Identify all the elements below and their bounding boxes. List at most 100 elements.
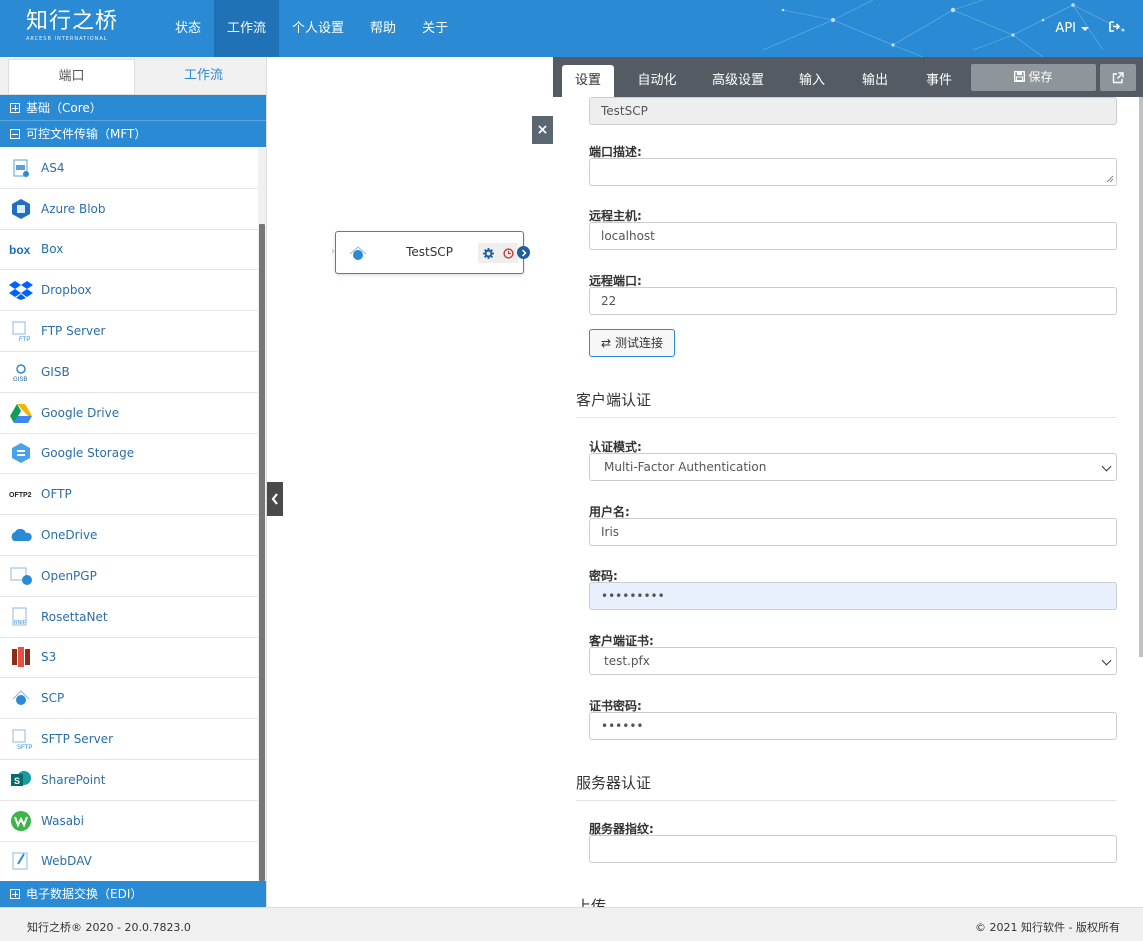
- floppy-icon: [1014, 71, 1026, 82]
- settings-tabs: 设置 自动化 高级设置 输入 输出 事件 保存: [553, 57, 1143, 97]
- connector-dropbox[interactable]: Dropbox: [0, 270, 258, 312]
- test-connection-label: 测试连接: [614, 336, 663, 350]
- tab-automation[interactable]: 自动化: [625, 65, 689, 97]
- workflow-canvas[interactable]: × › TestSCP: [266, 57, 553, 907]
- remote-port-input[interactable]: 22: [589, 287, 1117, 315]
- top-right-menu: API: [1055, 0, 1121, 57]
- google-storage-icon: [9, 441, 33, 465]
- nav-profile[interactable]: 个人设置: [279, 0, 357, 57]
- test-connection-button[interactable]: ⇄ 测试连接: [589, 329, 675, 357]
- username-input[interactable]: Iris: [589, 518, 1117, 546]
- connector-google-drive[interactable]: Google Drive: [0, 393, 258, 434]
- node-settings-button[interactable]: [478, 243, 498, 263]
- footer: 知行之桥® 2020 - 20.0.7823.0 © 2021 知行软件 - 版…: [0, 907, 1143, 941]
- collapse-icon: [10, 129, 20, 139]
- sign-out-icon: [1109, 21, 1121, 32]
- tab-events[interactable]: 事件: [913, 65, 965, 97]
- nav-help[interactable]: 帮助: [357, 0, 409, 57]
- password-input[interactable]: •••••••••: [589, 582, 1117, 610]
- port-desc-textarea[interactable]: [589, 158, 1117, 186]
- output-connector-icon[interactable]: [517, 246, 530, 259]
- svg-text:FTP: FTP: [19, 337, 30, 342]
- resize-handle-icon[interactable]: [1106, 175, 1114, 183]
- connector-openpgp[interactable]: OpenPGP: [0, 556, 258, 597]
- connector-label: OneDrive: [41, 528, 98, 543]
- tab-output[interactable]: 输出: [850, 65, 900, 97]
- sharepoint-icon: S: [9, 768, 33, 792]
- logout-button[interactable]: [1109, 21, 1121, 36]
- save-button[interactable]: 保存: [971, 64, 1096, 91]
- connector-label: AS4: [41, 160, 65, 175]
- tab-advanced[interactable]: 高级设置: [701, 65, 775, 97]
- connector-ftp-server[interactable]: FTP FTP Server: [0, 311, 258, 352]
- connector-box[interactable]: box Box: [0, 230, 258, 271]
- connector-google-storage[interactable]: Google Storage: [0, 434, 258, 475]
- category-mft[interactable]: 可控文件传输（MFT）: [0, 121, 266, 147]
- expand-icon: [10, 889, 20, 899]
- workflow-node[interactable]: › TestSCP: [331, 231, 530, 274]
- connector-oftp[interactable]: OFTP2 OFTP: [0, 474, 258, 516]
- connector-label: S3: [41, 650, 57, 665]
- connector-gisb[interactable]: GISB GISB: [0, 352, 258, 393]
- connector-s3[interactable]: S3: [0, 638, 258, 679]
- tab-input[interactable]: 输入: [787, 65, 837, 97]
- connector-wasabi[interactable]: Wasabi: [0, 801, 258, 842]
- clock-icon: [502, 247, 514, 259]
- close-icon: ×: [536, 122, 549, 138]
- connector-rosettanet[interactable]: RNIF RosettaNet: [0, 597, 258, 638]
- category-core[interactable]: 基础（Core）: [0, 95, 266, 121]
- connector-label: SCP: [41, 691, 65, 706]
- connector-sharepoint[interactable]: S SharePoint: [0, 760, 258, 801]
- connector-label: WebDAV: [41, 854, 92, 869]
- category-mft-label: 可控文件传输（MFT）: [26, 127, 147, 141]
- fingerprint-input[interactable]: [589, 835, 1117, 863]
- connector-scp[interactable]: SCP: [0, 678, 258, 720]
- settings-scrollbar[interactable]: [1139, 97, 1143, 657]
- chevron-left-icon: [271, 493, 278, 505]
- connector-azure-blob[interactable]: Azure Blob: [0, 189, 258, 230]
- dropbox-icon: [9, 278, 33, 302]
- nav-workflow[interactable]: 工作流: [214, 0, 280, 57]
- connector-label: Azure Blob: [41, 201, 106, 216]
- wasabi-icon: [9, 809, 33, 833]
- footer-version: 知行之桥® 2020 - 20.0.7823.0: [27, 921, 191, 934]
- connector-onedrive[interactable]: OneDrive: [0, 515, 258, 556]
- google-drive-icon: [9, 401, 33, 425]
- upload-heading: 上传: [576, 897, 607, 907]
- connector-label: OpenPGP: [41, 568, 97, 583]
- connector-label: SFTP Server: [41, 732, 114, 747]
- connector-as4[interactable]: AS4: [0, 148, 258, 189]
- api-menu[interactable]: API: [1055, 21, 1089, 36]
- nav-status[interactable]: 状态: [162, 0, 214, 57]
- connector-label: Dropbox: [41, 283, 92, 298]
- connector-webdav[interactable]: WebDAV: [0, 842, 258, 881]
- svg-text:SFTP: SFTP: [17, 745, 32, 750]
- cert-password-input[interactable]: ••••••: [589, 712, 1117, 740]
- scp-icon: [9, 686, 33, 710]
- category-edi[interactable]: 电子数据交换（EDI）: [0, 881, 266, 907]
- client-cert-select[interactable]: test.pfx: [589, 647, 1117, 675]
- tab-workflows[interactable]: 工作流: [141, 57, 266, 94]
- top-bar: 知行之桥 ARCESB INTERNATIONAL 状态 工作流 个人设置 帮助…: [0, 0, 1143, 57]
- connector-label: RosettaNet: [41, 609, 108, 624]
- remote-host-input[interactable]: localhost: [589, 222, 1117, 250]
- category-core-label: 基础（Core）: [26, 101, 102, 115]
- tab-settings[interactable]: 设置: [562, 65, 614, 97]
- connector-sftp-server[interactable]: SFTP SFTP Server: [0, 719, 258, 760]
- connector-label: Wasabi: [41, 813, 85, 828]
- node-schedule-button[interactable]: [498, 243, 518, 263]
- auth-mode-select[interactable]: Multi-Factor Authentication: [589, 453, 1117, 481]
- collapse-panel-button[interactable]: [267, 482, 283, 516]
- caret-down-icon: [1081, 26, 1089, 31]
- s3-icon: [9, 645, 33, 669]
- nav-about[interactable]: 关于: [409, 0, 461, 57]
- tab-ports[interactable]: 端口: [8, 59, 135, 94]
- connector-list-scrollbar[interactable]: [258, 148, 266, 881]
- close-settings-button[interactable]: ×: [532, 116, 553, 144]
- open-external-button[interactable]: [1100, 64, 1136, 91]
- scrollbar-thumb[interactable]: [259, 224, 265, 881]
- logo[interactable]: 知行之桥 ARCESB INTERNATIONAL: [26, 9, 118, 43]
- logo-text: 知行之桥: [26, 9, 119, 34]
- svg-text:box: box: [9, 243, 31, 256]
- main-nav: 状态 工作流 个人设置 帮助 关于: [162, 0, 461, 57]
